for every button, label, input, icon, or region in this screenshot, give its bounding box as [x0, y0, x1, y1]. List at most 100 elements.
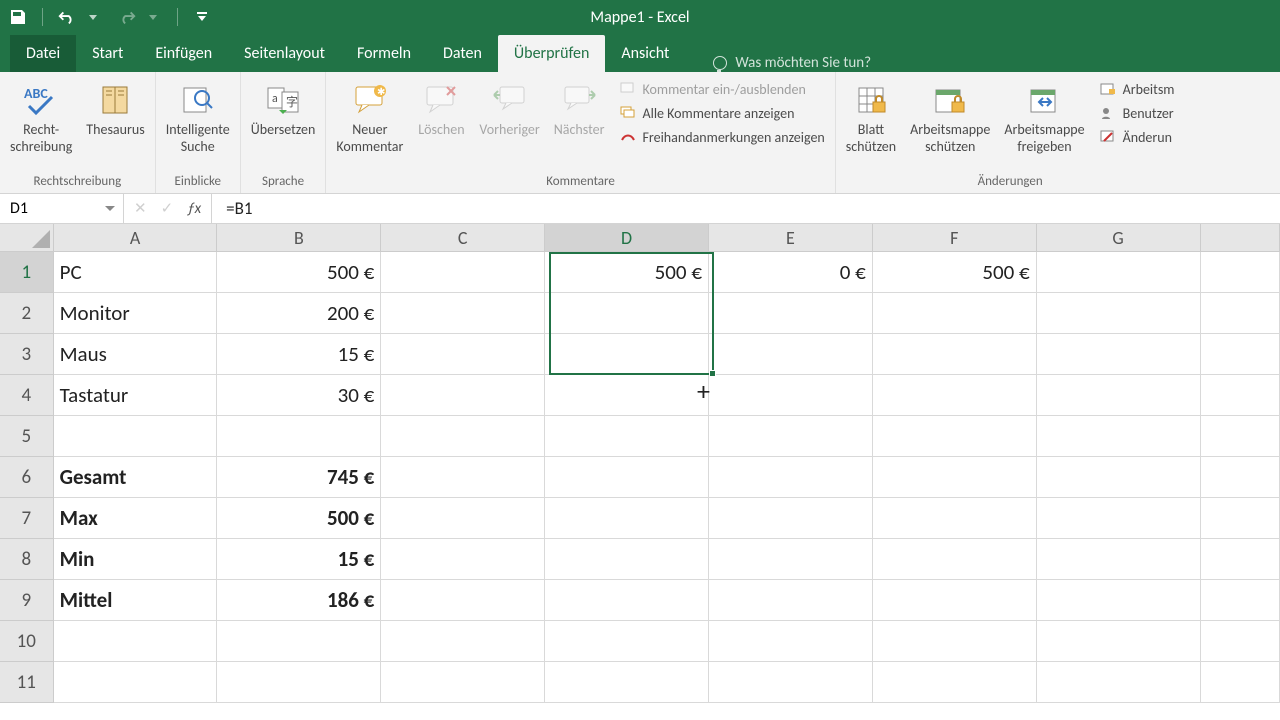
- name-box[interactable]: D1: [0, 194, 124, 223]
- cell-D11[interactable]: [545, 662, 709, 703]
- cell-A2[interactable]: Monitor: [54, 293, 218, 334]
- cell-F7[interactable]: [873, 498, 1037, 539]
- cell-E3[interactable]: [709, 334, 873, 375]
- cell-E2[interactable]: [709, 293, 873, 334]
- cell-F3[interactable]: [873, 334, 1037, 375]
- cell-blank-9[interactable]: [1201, 580, 1280, 621]
- cell-D7[interactable]: [545, 498, 709, 539]
- cell-E11[interactable]: [709, 662, 873, 703]
- cell-D5[interactable]: [545, 416, 709, 457]
- row-header-4[interactable]: 4: [0, 375, 54, 416]
- cell-F5[interactable]: [873, 416, 1037, 457]
- translate-button[interactable]: a字 Übersetzen: [245, 76, 322, 143]
- cell-B5[interactable]: [217, 416, 381, 457]
- cell-blank-4[interactable]: [1201, 375, 1280, 416]
- tab-data[interactable]: Daten: [427, 35, 498, 72]
- column-header-blank[interactable]: [1201, 224, 1280, 252]
- tab-pagelayout[interactable]: Seitenlayout: [228, 35, 341, 72]
- cell-C6[interactable]: [381, 457, 545, 498]
- column-header-D[interactable]: D: [545, 224, 709, 252]
- column-header-E[interactable]: E: [709, 224, 873, 252]
- cell-A4[interactable]: Tastatur: [54, 375, 218, 416]
- cell-F4[interactable]: [873, 375, 1037, 416]
- show-all-comments-button[interactable]: Alle Kommentare anzeigen: [613, 102, 831, 124]
- cell-A11[interactable]: [54, 662, 218, 703]
- cell-F2[interactable]: [873, 293, 1037, 334]
- tab-review[interactable]: Überprüfen: [498, 35, 605, 72]
- row-header-3[interactable]: 3: [0, 334, 54, 375]
- redo-dropdown-icon[interactable]: [143, 7, 163, 27]
- cell-E5[interactable]: [709, 416, 873, 457]
- column-header-C[interactable]: C: [381, 224, 545, 252]
- cell-E7[interactable]: [709, 498, 873, 539]
- cell-G6[interactable]: [1037, 457, 1201, 498]
- cell-E1[interactable]: 0 €: [709, 252, 873, 293]
- row-header-10[interactable]: 10: [0, 621, 54, 662]
- toggle-comment-button[interactable]: Kommentar ein-/ausblenden: [613, 78, 831, 100]
- cell-C10[interactable]: [381, 621, 545, 662]
- tab-insert[interactable]: Einfügen: [139, 35, 228, 72]
- save-icon[interactable]: [8, 7, 28, 27]
- qat-customize-icon[interactable]: [192, 7, 212, 27]
- allow-users-button[interactable]: Benutzer: [1093, 102, 1181, 124]
- formula-input[interactable]: =B1: [212, 194, 1280, 223]
- cell-A6[interactable]: Gesamt: [54, 457, 218, 498]
- cell-G4[interactable]: [1037, 375, 1201, 416]
- cell-B6[interactable]: 745 €: [217, 457, 381, 498]
- cell-blank-2[interactable]: [1201, 293, 1280, 334]
- cell-blank-6[interactable]: [1201, 457, 1280, 498]
- cell-G3[interactable]: [1037, 334, 1201, 375]
- column-header-F[interactable]: F: [873, 224, 1037, 252]
- cell-D8[interactable]: [545, 539, 709, 580]
- cell-E8[interactable]: [709, 539, 873, 580]
- row-header-11[interactable]: 11: [0, 662, 54, 703]
- cell-F1[interactable]: 500 €: [873, 252, 1037, 293]
- tab-view[interactable]: Ansicht: [605, 35, 685, 72]
- cell-blank-8[interactable]: [1201, 539, 1280, 580]
- cell-E10[interactable]: [709, 621, 873, 662]
- column-header-B[interactable]: B: [217, 224, 381, 252]
- protect-workbook-button[interactable]: Arbeitsmappe schützen: [904, 76, 996, 160]
- cell-F6[interactable]: [873, 457, 1037, 498]
- share-workbook-button[interactable]: Arbeitsmappe freigeben: [998, 76, 1090, 160]
- cell-G11[interactable]: [1037, 662, 1201, 703]
- previous-comment-button[interactable]: Vorheriger: [473, 76, 545, 143]
- cell-F8[interactable]: [873, 539, 1037, 580]
- tab-formulas[interactable]: Formeln: [341, 35, 427, 72]
- cell-B9[interactable]: 186 €: [217, 580, 381, 621]
- cell-D1[interactable]: 500 €: [545, 252, 709, 293]
- protect-share-button[interactable]: Arbeitsm: [1093, 78, 1181, 100]
- cell-G8[interactable]: [1037, 539, 1201, 580]
- row-header-1[interactable]: 1: [0, 252, 54, 293]
- cell-blank-1[interactable]: [1201, 252, 1280, 293]
- column-header-G[interactable]: G: [1037, 224, 1201, 252]
- tell-me[interactable]: Was möchten Sie tun?: [685, 54, 871, 72]
- cell-E9[interactable]: [709, 580, 873, 621]
- cell-A8[interactable]: Min: [54, 539, 218, 580]
- cell-blank-10[interactable]: [1201, 621, 1280, 662]
- cell-D4[interactable]: [545, 375, 709, 416]
- protect-sheet-button[interactable]: Blatt schützen: [840, 76, 902, 160]
- cell-A10[interactable]: [54, 621, 218, 662]
- cell-F11[interactable]: [873, 662, 1037, 703]
- row-header-6[interactable]: 6: [0, 457, 54, 498]
- track-changes-button[interactable]: Änderun: [1093, 126, 1181, 148]
- row-header-8[interactable]: 8: [0, 539, 54, 580]
- cell-G1[interactable]: [1037, 252, 1201, 293]
- new-comment-button[interactable]: ✱ Neuer Kommentar: [330, 76, 409, 160]
- cell-blank-3[interactable]: [1201, 334, 1280, 375]
- cell-B1[interactable]: 500 €: [217, 252, 381, 293]
- cell-B3[interactable]: 15 €: [217, 334, 381, 375]
- spelling-button[interactable]: ABC Recht- schreibung: [4, 76, 78, 160]
- cell-D10[interactable]: [545, 621, 709, 662]
- cell-B8[interactable]: 15 €: [217, 539, 381, 580]
- cell-C5[interactable]: [381, 416, 545, 457]
- cell-F9[interactable]: [873, 580, 1037, 621]
- select-all-corner[interactable]: [0, 224, 54, 252]
- cell-D9[interactable]: [545, 580, 709, 621]
- redo-icon[interactable]: [117, 7, 137, 27]
- tab-file[interactable]: Datei: [10, 35, 76, 72]
- tab-start[interactable]: Start: [76, 35, 139, 72]
- cell-D6[interactable]: [545, 457, 709, 498]
- cell-G5[interactable]: [1037, 416, 1201, 457]
